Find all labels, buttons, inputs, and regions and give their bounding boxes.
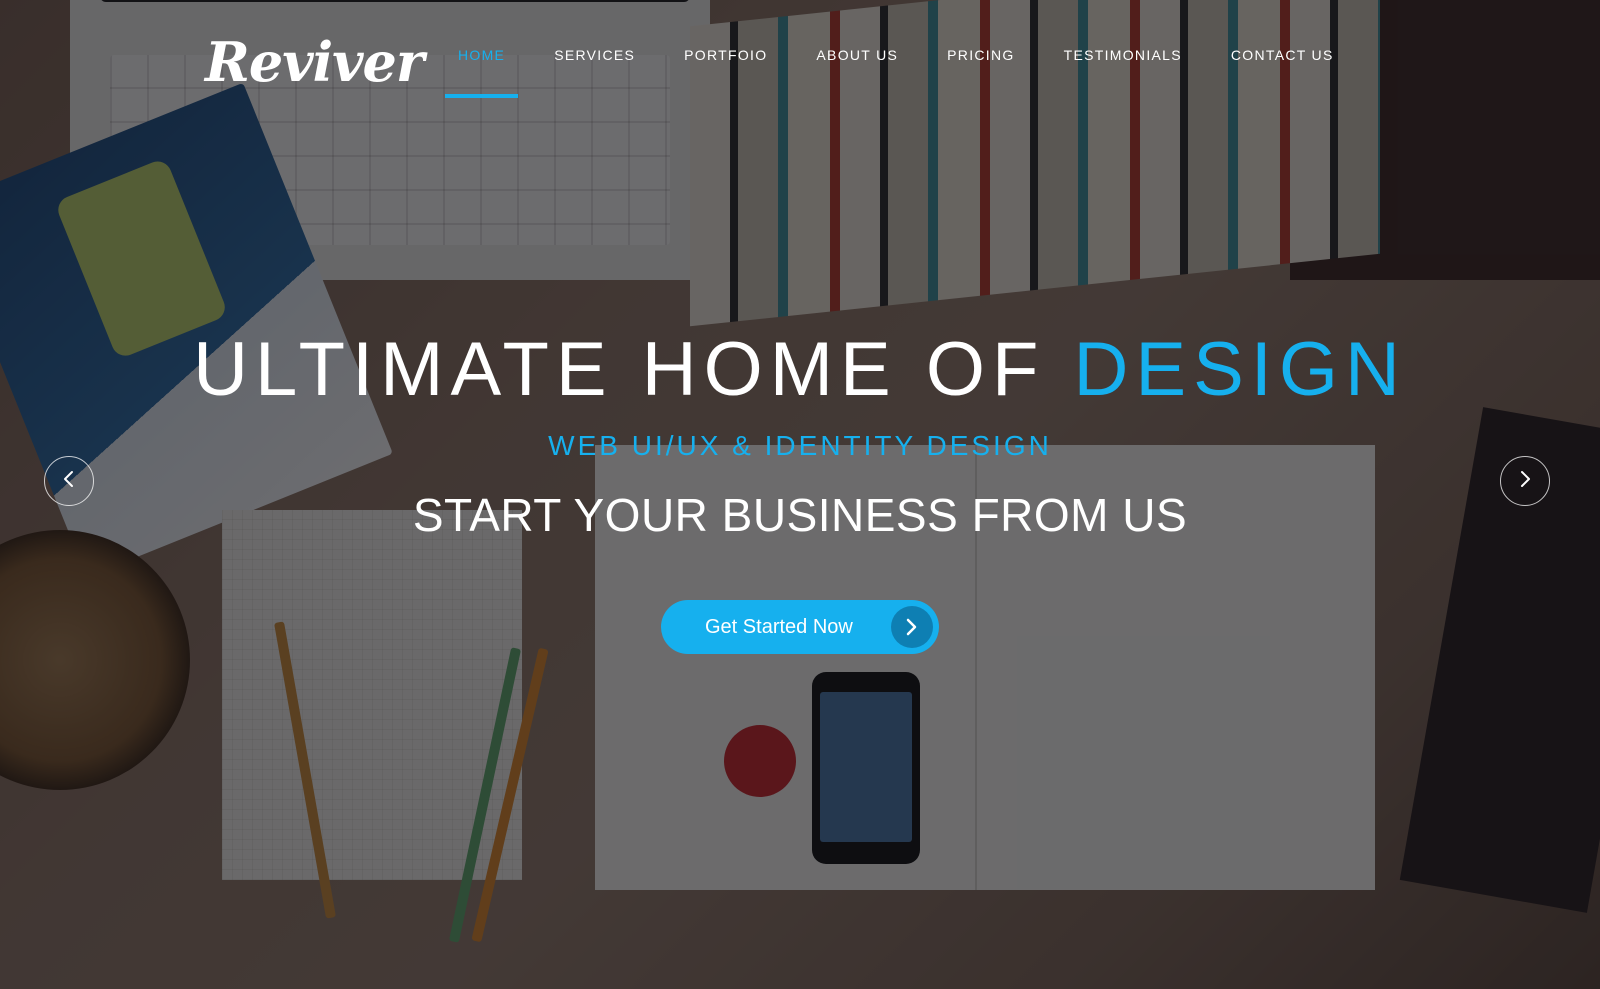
nav-item-home[interactable]: HOME: [445, 30, 519, 98]
nav-item-pricing[interactable]: PRICING: [934, 30, 1027, 80]
slider-next-button[interactable]: [1500, 456, 1550, 506]
headline-accent-text: DESIGN: [1073, 327, 1407, 412]
nav-item-portfolio[interactable]: PORTFOIO: [671, 30, 780, 80]
hero-tagline: START YOUR BUSINESS FROM US: [412, 489, 1188, 541]
nav-item-about-us[interactable]: ABOUT US: [803, 30, 911, 80]
get-started-button[interactable]: Get Started Now: [661, 600, 939, 654]
hero-headline: ULTIMATE HOME OF DESIGN: [0, 330, 1600, 410]
site-logo[interactable]: Reviver: [205, 30, 424, 94]
chevron-left-icon: [62, 469, 76, 493]
headline-main-text: ULTIMATE HOME OF: [193, 327, 1074, 412]
chevron-right-icon: [891, 606, 933, 648]
chevron-right-icon: [1518, 469, 1532, 493]
nav-item-services[interactable]: SERVICES: [541, 30, 648, 80]
nav-item-contact-us[interactable]: CONTACT US: [1218, 30, 1347, 80]
nav-item-testimonials[interactable]: TESTIMONIALS: [1051, 30, 1195, 80]
main-nav: HOME SERVICES PORTFOIO ABOUT US PRICING …: [445, 30, 1370, 100]
slider-prev-button[interactable]: [44, 456, 94, 506]
hero-subheadline: WEB UI/UX & IDENTITY DESIGN: [548, 430, 1052, 461]
get-started-label: Get Started Now: [705, 615, 853, 638]
